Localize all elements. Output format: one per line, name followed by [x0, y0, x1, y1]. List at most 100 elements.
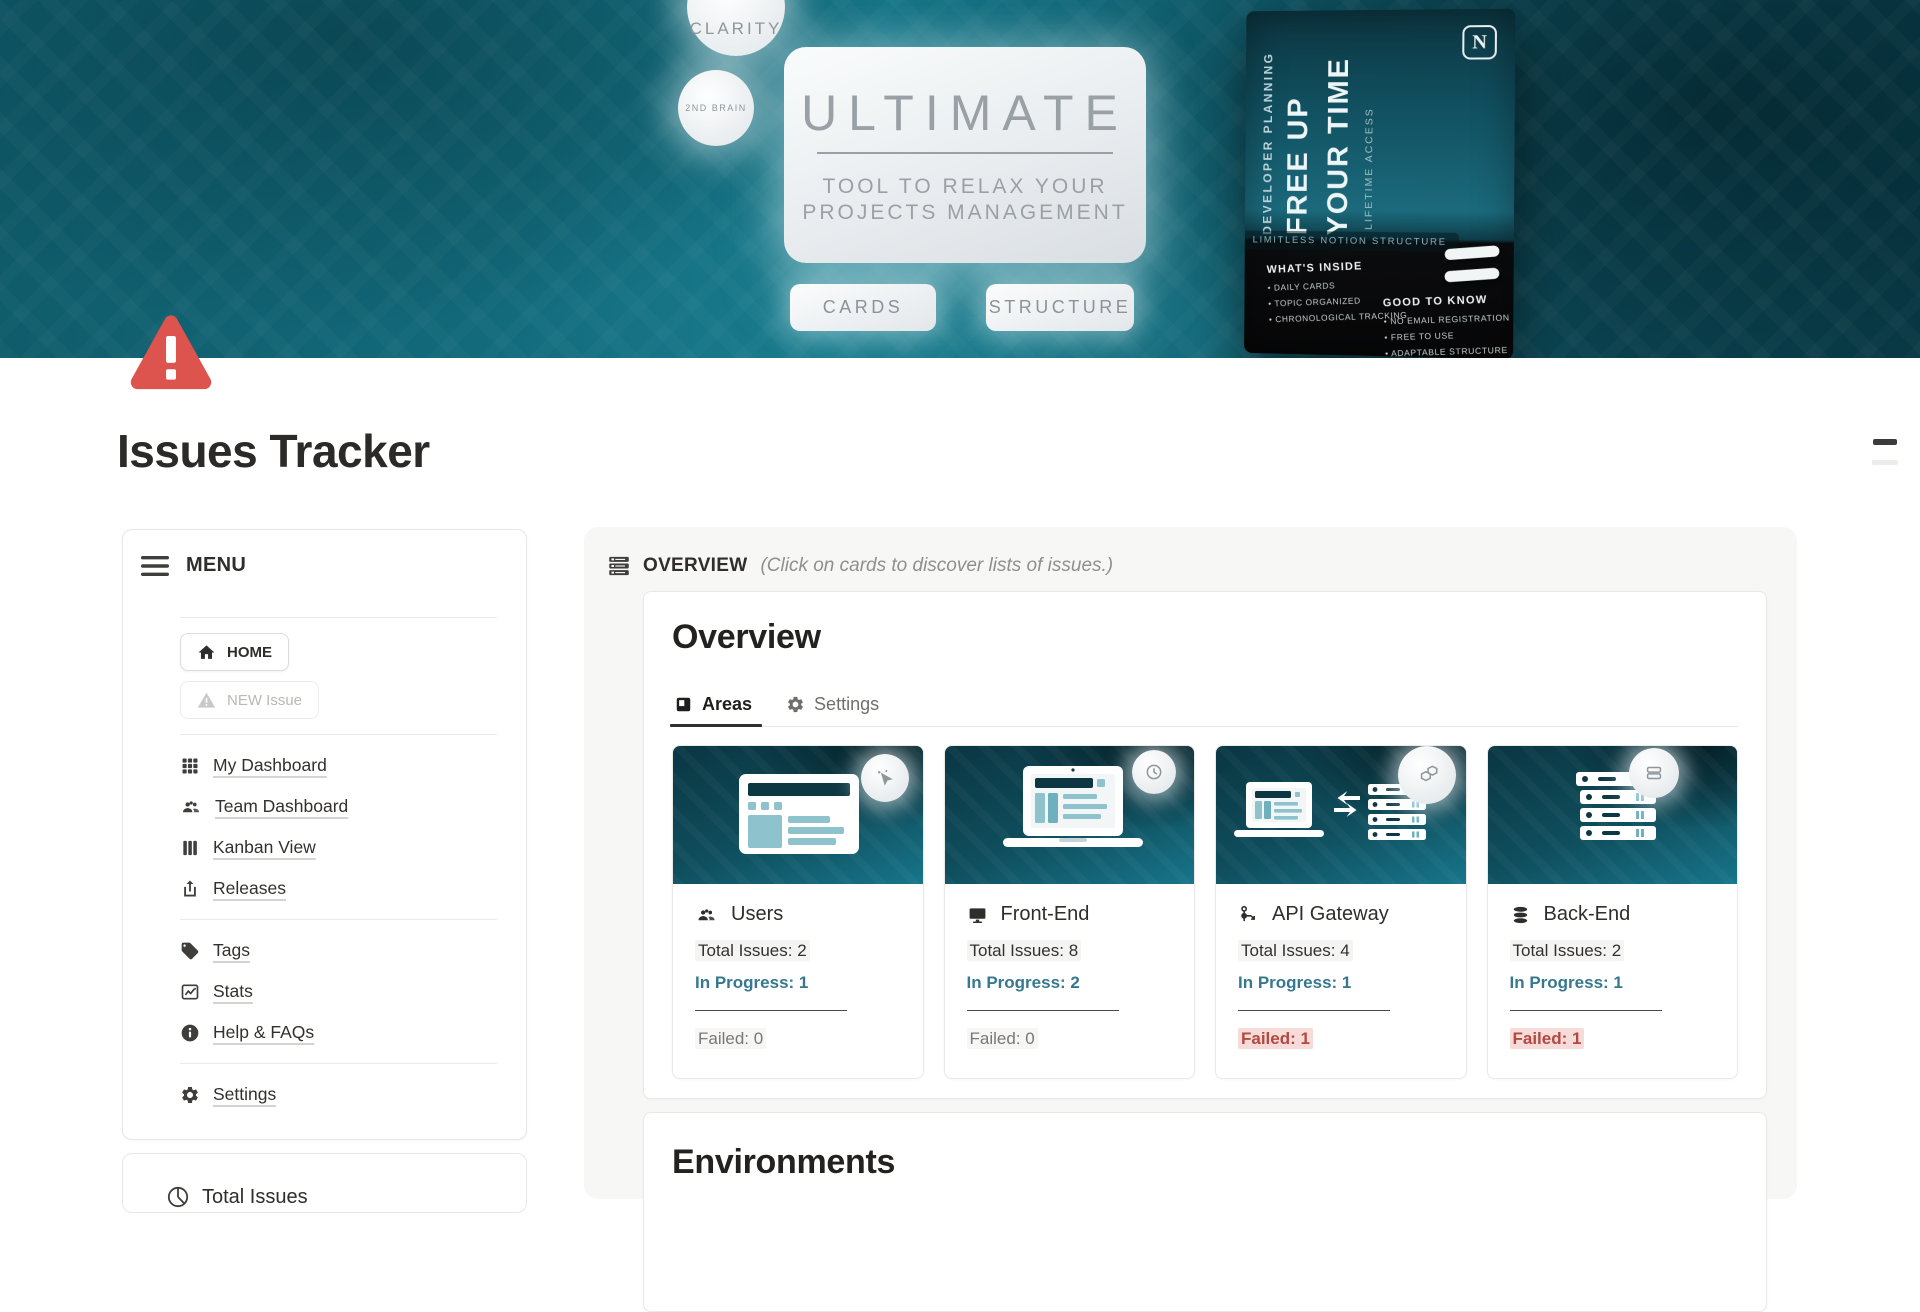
sidebar-item-label: Releases: [213, 878, 286, 899]
product-box-band: LIMITLESS NOTION STRUCTURE: [1245, 230, 1459, 252]
second-brain-bubble: 2ND BRAIN: [678, 70, 754, 146]
good-to-know-items: • NO EMAIL REGISTRATION • FREE TO USE • …: [1383, 309, 1511, 358]
database-icon: [1510, 905, 1531, 925]
overview-heading: Overview: [672, 618, 1738, 657]
overview-callout: OVERVIEW (Click on cards to discover lis…: [606, 553, 1113, 579]
tab-settings[interactable]: Settings: [784, 683, 881, 726]
people-icon: [180, 797, 202, 817]
sidebar-item-kanban-view[interactable]: Kanban View: [180, 827, 497, 868]
gear-icon: [786, 695, 805, 714]
info-icon: [180, 1023, 200, 1043]
banner-title-rule: [817, 152, 1113, 154]
nav-group-views: My Dashboard Team Dashboard: [180, 735, 497, 919]
banner-ultimate-card: ULTIMATE TOOL TO RELAX YOUR PROJECTS MAN…: [784, 47, 1146, 263]
banner-subtitle-line1: TOOL TO RELAX YOUR: [822, 175, 1107, 198]
good-to-know-block: GOOD TO KNOW • NO EMAIL REGISTRATION • F…: [1383, 293, 1512, 358]
banner-cards-pill: CARDS: [790, 284, 936, 331]
stat-divider: [1238, 1010, 1390, 1011]
hamburger-icon[interactable]: [141, 555, 169, 577]
sidebar-item-label: Stats: [213, 981, 253, 1002]
area-cards-grid: Users Total Issues: 2 In Progress: 1 Fai…: [672, 745, 1738, 1079]
total-issues-stat: Total Issues: 4: [1238, 941, 1444, 961]
share-up-icon: [180, 879, 200, 899]
sidebar-item-label: Tags: [213, 940, 250, 961]
whats-inside-title: WHAT'S INSIDE: [1266, 259, 1405, 276]
clock-badge-icon: [1132, 750, 1176, 794]
area-card-title: Users: [731, 903, 783, 926]
failed-stat: Failed: 1: [1510, 1029, 1716, 1049]
collapse-handle-shadow: [1872, 460, 1898, 465]
sidebar-item-my-dashboard[interactable]: My Dashboard: [180, 745, 497, 786]
nav-group-settings: Settings: [180, 1064, 497, 1125]
stat-divider: [695, 1010, 847, 1011]
in-progress-stat: In Progress: 2: [967, 973, 1173, 993]
sidebar-item-tags[interactable]: Tags: [180, 930, 497, 971]
area-card-title: Back-End: [1544, 903, 1631, 926]
cursor-click-badge-icon: [861, 754, 909, 802]
tab-areas-label: Areas: [702, 694, 752, 715]
in-progress-stat: In Progress: 1: [695, 973, 901, 993]
menu-header: MENU: [123, 554, 526, 577]
tab-areas[interactable]: Areas: [672, 683, 754, 726]
warning-triangle-icon[interactable]: [128, 314, 214, 397]
sidebar-item-releases[interactable]: Releases: [180, 868, 497, 909]
area-card-back-end[interactable]: Back-End Total Issues: 2 In Progress: 1 …: [1487, 745, 1739, 1079]
in-progress-stat: In Progress: 1: [1238, 973, 1444, 993]
kanban-columns-icon: [180, 838, 200, 858]
environments-heading: Environments: [672, 1143, 1738, 1182]
page-title: Issues Tracker: [117, 424, 430, 478]
home-button-label: HOME: [227, 644, 272, 661]
total-issues-card[interactable]: Total Issues: [122, 1153, 527, 1213]
notion-logo-icon: N: [1462, 25, 1497, 60]
product-box-vertical-text: DEVELOPER PLANNING FREE UP YOUR TIME LIF…: [1260, 36, 1376, 236]
back-end-illustration: [1488, 746, 1738, 884]
callout-hint: (Click on cards to discover lists of iss…: [760, 555, 1113, 577]
tag-icon: [180, 941, 200, 961]
area-card-title: Front-End: [1001, 903, 1090, 926]
stat-divider: [1510, 1010, 1662, 1011]
api-gateway-illustration: [1216, 746, 1466, 884]
areas-icon: [674, 695, 693, 714]
environments-card: Environments: [643, 1112, 1767, 1312]
product-box: N DEVELOPER PLANNING FREE UP YOUR TIME L…: [1244, 9, 1515, 358]
in-progress-stat: In Progress: 1: [1510, 973, 1716, 993]
sidebar-item-label: Kanban View: [213, 837, 316, 858]
clarity-bubble: CLARITY: [687, 0, 785, 56]
new-issue-button-label: NEW Issue: [227, 692, 302, 709]
users-illustration: [673, 746, 923, 884]
sidebar-item-team-dashboard[interactable]: Team Dashboard: [180, 786, 497, 827]
server-badge-icon: [1629, 748, 1679, 798]
total-issues-stat: Total Issues: 2: [1510, 941, 1716, 961]
product-box-headline-1: FREE UP: [1282, 36, 1316, 235]
product-box-access: LIFETIME ACCESS: [1363, 36, 1376, 236]
total-issues-label: Total Issues: [202, 1186, 308, 1209]
tab-settings-label: Settings: [814, 694, 879, 715]
home-button[interactable]: HOME: [180, 633, 289, 671]
sidebar-item-label: Team Dashboard: [215, 796, 348, 817]
sidebar-item-settings[interactable]: Settings: [180, 1074, 497, 1115]
area-card-users[interactable]: Users Total Issues: 2 In Progress: 1 Fai…: [672, 745, 924, 1079]
sidebar-item-stats[interactable]: Stats: [180, 971, 497, 1012]
monitor-icon: [967, 905, 988, 925]
area-card-api-gateway[interactable]: API Gateway Total Issues: 4 In Progress:…: [1215, 745, 1467, 1079]
failed-stat: Failed: 1: [1238, 1029, 1444, 1049]
area-card-front-end[interactable]: Front-End Total Issues: 8 In Progress: 2…: [944, 745, 1196, 1079]
product-box-pill-2: [1444, 267, 1499, 282]
product-box-headline-2: YOUR TIME: [1322, 36, 1356, 236]
banner-subtitle: TOOL TO RELAX YOUR PROJECTS MANAGEMENT: [802, 174, 1127, 227]
api-badge-icon: [1398, 746, 1456, 804]
nav-group-tools: Tags Stats: [180, 920, 497, 1063]
collapse-handle[interactable]: [1873, 439, 1897, 445]
divider: [180, 617, 497, 618]
new-issue-button[interactable]: NEW Issue: [180, 681, 319, 719]
pie-chart-icon: [166, 1185, 190, 1209]
sidebar-item-help-faqs[interactable]: Help & FAQs: [180, 1012, 497, 1053]
total-issues-stat: Total Issues: 2: [695, 941, 901, 961]
overview-card: Overview Areas Settings: [643, 591, 1767, 1099]
front-end-illustration: [945, 746, 1195, 884]
server-list-icon: [606, 553, 632, 579]
cover-banner: CLARITY 2ND BRAIN ULTIMATE TOOL TO RELAX…: [0, 0, 1920, 358]
banner-subtitle-line2: PROJECTS MANAGEMENT: [802, 201, 1127, 224]
product-box-tagline: DEVELOPER PLANNING: [1260, 37, 1275, 235]
overview-tabs: Areas Settings: [672, 683, 1738, 727]
